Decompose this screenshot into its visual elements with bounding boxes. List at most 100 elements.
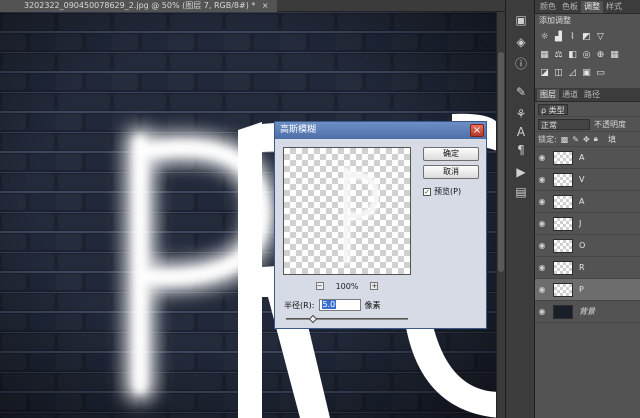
radius-unit: 像素 <box>364 300 381 310</box>
document-tab-close-icon[interactable]: × <box>262 1 269 10</box>
preview-label: 预览(P) <box>434 187 462 196</box>
photo-filter-icon[interactable]: ◎ <box>581 50 592 61</box>
layer-row[interactable]: ◉ P <box>535 279 640 301</box>
info-icon[interactable]: ⓘ <box>513 56 529 72</box>
document-tab-bar: 3202322_090450078629_2.jpg @ 50% (图层 7, … <box>0 0 505 12</box>
tab-layers[interactable]: 图层 <box>537 89 559 101</box>
radius-slider-knob[interactable] <box>308 314 318 324</box>
layer-thumbnail <box>553 304 573 319</box>
layer-name: P <box>579 285 584 294</box>
filter-preview[interactable] <box>283 147 411 275</box>
gradient-map-icon[interactable]: ▭ <box>595 68 606 79</box>
visibility-eye-icon[interactable]: ◉ <box>535 153 549 162</box>
layer-row[interactable]: ◉ A <box>535 191 640 213</box>
scrollbar-thumb[interactable] <box>498 52 504 272</box>
dialog-title[interactable]: 高斯模糊 <box>275 122 486 139</box>
curves-icon[interactable]: ⌇ <box>567 32 578 43</box>
history-icon[interactable]: ▣ <box>513 12 529 28</box>
ok-button[interactable]: 确定 <box>423 147 479 161</box>
channel-mixer-icon[interactable]: ⊕ <box>595 50 606 61</box>
zoom-level: 100% <box>335 281 359 291</box>
preview-check-icon[interactable]: ✓ <box>423 187 431 196</box>
adjustments-tabbar: 颜色 色板 调整 样式 <box>535 0 640 14</box>
visibility-eye-icon[interactable]: ◉ <box>535 241 549 250</box>
layer-row[interactable]: ◉ R <box>535 257 640 279</box>
properties-icon[interactable]: ◈ <box>513 34 529 50</box>
selective-color-icon[interactable]: ▣ <box>581 68 592 79</box>
preview-letter-p <box>342 166 380 264</box>
visibility-eye-icon[interactable]: ◉ <box>535 175 549 184</box>
layers-tabbar: 图层 通道 路径 <box>535 88 640 102</box>
layer-row[interactable]: ◉ O <box>535 235 640 257</box>
posterize-icon[interactable]: ◫ <box>553 68 564 79</box>
layer-thumbnail <box>553 194 573 209</box>
right-panels: 颜色 色板 调整 样式 添加调整 ☼ ▟ ⌇ ◩ ▽ ▦ ⚖ ◧ ◎ ⊕ ▦ ◪… <box>535 0 640 418</box>
layer-name: J <box>579 219 582 228</box>
fill-label: 填 <box>607 134 616 144</box>
layer-name: O <box>579 241 586 250</box>
cancel-button[interactable]: 取消 <box>423 165 479 179</box>
canvas-vertical-scrollbar[interactable] <box>496 12 505 418</box>
vibrance-icon[interactable]: ▽ <box>595 32 606 43</box>
visibility-eye-icon[interactable]: ◉ <box>535 285 549 294</box>
layer-name: A <box>579 197 585 206</box>
blend-mode-select[interactable]: 正常 <box>538 118 590 130</box>
radius-input[interactable]: 5.0 <box>318 299 361 311</box>
layer-comps-icon[interactable]: ▤ <box>513 184 529 200</box>
exposure-icon[interactable]: ◩ <box>581 32 592 43</box>
visibility-eye-icon[interactable]: ◉ <box>535 307 549 316</box>
black-white-icon[interactable]: ◧ <box>567 50 578 61</box>
document-tab[interactable]: 3202322_090450078629_2.jpg @ 50% (图层 7, … <box>0 0 277 12</box>
radius-value: 5.0 <box>321 300 337 309</box>
hue-saturation-icon[interactable]: ▦ <box>539 50 550 61</box>
levels-icon[interactable]: ▟ <box>553 32 564 43</box>
clone-source-icon[interactable]: ⚘ <box>513 106 529 122</box>
zoom-in-button[interactable]: + <box>370 282 379 290</box>
layer-thumbnail <box>553 238 573 253</box>
brightness-icon[interactable]: ☼ <box>539 32 550 43</box>
lock-move-icon[interactable]: ✥ <box>583 135 590 144</box>
tab-color[interactable]: 颜色 <box>537 1 559 13</box>
lock-all-icon[interactable]: 🔒︎ <box>594 134 598 144</box>
radius-label: 半径(R): <box>284 300 315 310</box>
radius-slider[interactable] <box>286 314 408 324</box>
visibility-eye-icon[interactable]: ◉ <box>535 263 549 272</box>
adjustments-row-3: ◪ ◫ ◿ ▣ ▭ <box>535 64 640 82</box>
adjustments-title: 添加调整 <box>539 16 571 25</box>
preview-checkbox[interactable]: ✓ 预览(P) <box>423 186 461 197</box>
radius-row: 半径(R): 5.0 像素 <box>284 299 381 311</box>
tab-swatches[interactable]: 色板 <box>559 1 581 13</box>
lock-paint-icon[interactable]: ✎ <box>572 135 579 144</box>
actions-icon[interactable]: ▶ <box>513 164 529 180</box>
layer-thumbnail <box>553 150 573 165</box>
tab-adjustments[interactable]: 调整 <box>581 1 603 13</box>
tab-paths[interactable]: 路径 <box>581 89 603 101</box>
opacity-label: 不透明度 <box>594 119 626 129</box>
document-tab-title: 3202322_090450078629_2.jpg @ 50% (图层 7, … <box>24 1 256 10</box>
tab-channels[interactable]: 通道 <box>559 89 581 101</box>
color-balance-icon[interactable]: ⚖ <box>553 50 564 61</box>
gaussian-blur-dialog: 高斯模糊 × − 100% + 确定 取消 ✓ 预览(P) 半径(R): 5.0… <box>274 121 487 329</box>
zoom-out-button[interactable]: − <box>315 282 324 290</box>
layer-row[interactable]: ◉ A <box>535 147 640 169</box>
visibility-eye-icon[interactable]: ◉ <box>535 197 549 206</box>
dialog-close-icon[interactable]: × <box>470 124 484 137</box>
layer-name: A <box>579 153 585 162</box>
layer-kind-filter[interactable]: ρ 类型 <box>538 103 568 115</box>
character-icon[interactable]: A <box>513 124 529 140</box>
lock-label: 锁定: <box>538 134 557 144</box>
tab-styles[interactable]: 样式 <box>603 1 625 13</box>
layer-row[interactable]: ◉ J <box>535 213 640 235</box>
layer-row[interactable]: ◉ 背景 <box>535 301 640 323</box>
paragraph-icon[interactable]: ¶ <box>513 142 529 158</box>
invert-icon[interactable]: ◪ <box>539 68 550 79</box>
lock-transparent-icon[interactable]: ▩ <box>561 135 569 144</box>
color-lookup-icon[interactable]: ▦ <box>609 50 620 61</box>
layer-filter-row: ρ 类型 <box>535 102 640 117</box>
adjustments-row-1: ☼ ▟ ⌇ ◩ ▽ <box>535 28 640 46</box>
layer-name: 背景 <box>579 307 595 316</box>
visibility-eye-icon[interactable]: ◉ <box>535 219 549 228</box>
threshold-icon[interactable]: ◿ <box>567 68 578 79</box>
layer-row[interactable]: ◉ V <box>535 169 640 191</box>
brush-presets-icon[interactable]: ✎ <box>513 84 529 100</box>
